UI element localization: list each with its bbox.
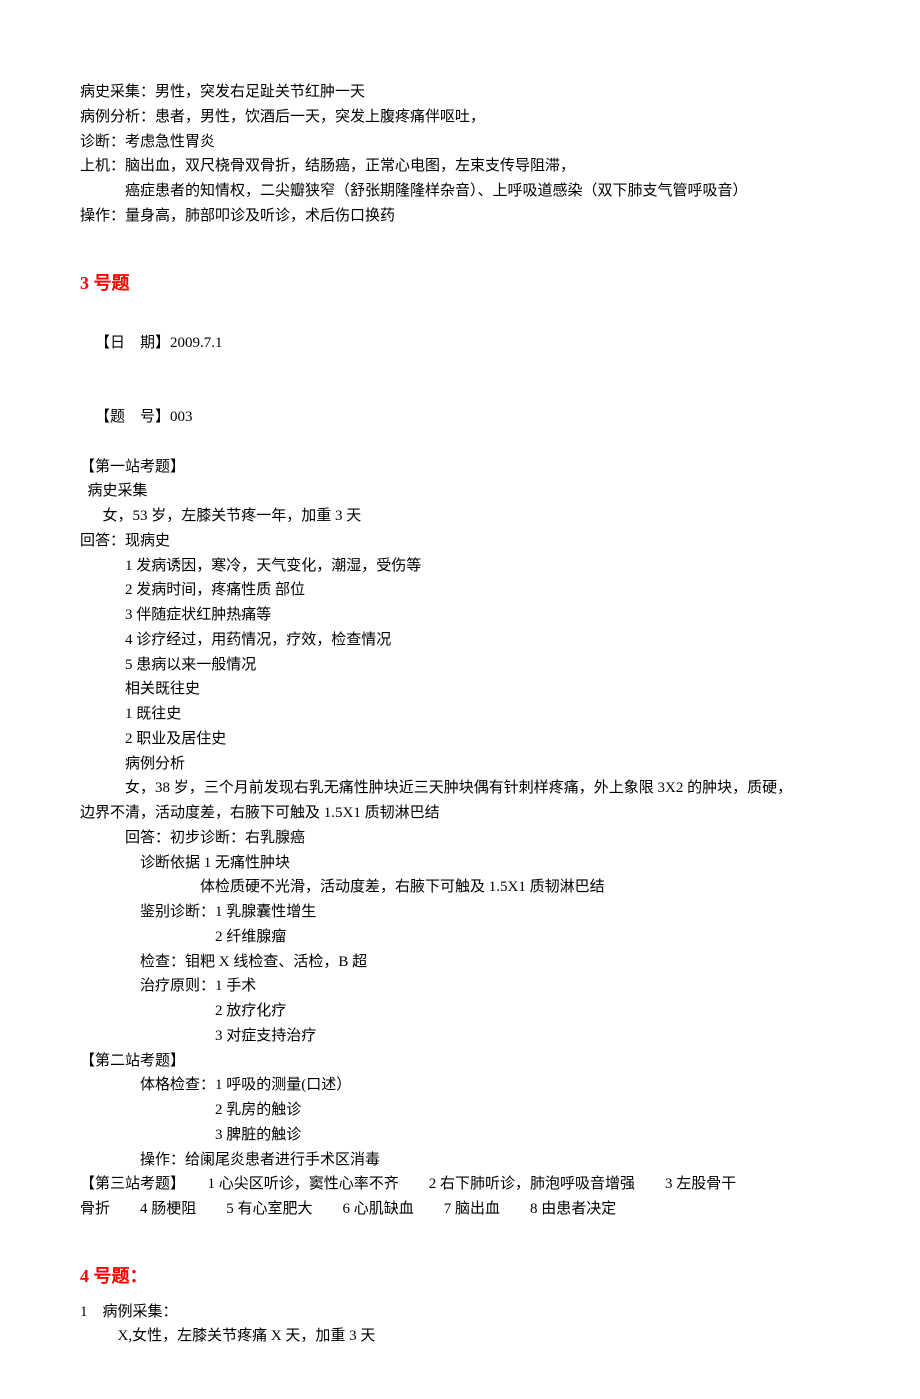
intro-line-4: 上机：脑出血，双尺桡骨双骨折，结肠癌，正常心电图，左束支传导阻滞， <box>80 154 840 179</box>
intro-line-2: 病例分析：患者，男性，饮酒后一天，突发上腹疼痛伴呕吐， <box>80 105 840 130</box>
q3-a4: 4 诊疗经过，用药情况，疗效，检查情况 <box>80 628 840 653</box>
q3-exam: 检查：钼粑 X 线检查、活检，B 超 <box>80 950 840 975</box>
q3-date: 【日 期】2009.7.1 <box>80 306 840 380</box>
q3-station3-line2: 骨折 4 肠梗阻 5 有心室肥大 6 心肌缺血 7 脑出血 8 由患者决定 <box>80 1197 840 1222</box>
q3-number-label: 【题 号】 <box>95 409 170 425</box>
q4-line-2: X,女性，左膝关节疼痛 X 天，加重 3 天 <box>80 1324 840 1349</box>
q3-number-value: 003 <box>170 409 193 425</box>
q3-case-b: 边界不清，活动度差，右腋下可触及 1.5X1 质韧淋巴结 <box>80 801 840 826</box>
q3-a2: 2 发病时间，疼痛性质 部位 <box>80 578 840 603</box>
q3-number: 【题 号】003 <box>80 380 840 454</box>
q3-history-case: 女，53 岁，左膝关节疼一年，加重 3 天 <box>80 504 840 529</box>
q3-pe-3: 3 脾脏的触诊 <box>80 1123 840 1148</box>
q3-a7: 2 职业及居住史 <box>80 727 840 752</box>
intro-line-5: 癌症患者的知情权，二尖瓣狭窄（舒张期隆隆样杂音）、上呼吸道感染（双下肺支气管呼吸… <box>80 179 840 204</box>
q3-a3: 3 伴随症状红肿热痛等 <box>80 603 840 628</box>
q3-tx-1: 治疗原则：1 手术 <box>80 974 840 999</box>
q3-tx-3: 3 对症支持治疗 <box>80 1024 840 1049</box>
q3-date-value: 2009.7.1 <box>170 335 223 351</box>
q3-tx-2: 2 放疗化疗 <box>80 999 840 1024</box>
q3-a6: 1 既往史 <box>80 702 840 727</box>
document-page: 病史采集：男性，突发右足趾关节红肿一天 病例分析：患者，男性，饮酒后一天，突发上… <box>0 0 920 1399</box>
q3-answer-label: 回答：现病史 <box>80 529 840 554</box>
q3-title: 3 号题 <box>80 269 840 299</box>
intro-line-6: 操作：量身高，肺部叩诊及听诊，术后伤口换药 <box>80 204 840 229</box>
intro-line-1: 病史采集：男性，突发右足趾关节红肿一天 <box>80 80 840 105</box>
intro-line-3: 诊断：考虑急性胃炎 <box>80 130 840 155</box>
q3-station3-line1: 【第三站考题】 1 心尖区听诊，窦性心率不齐 2 右下肺听诊，肺泡呼吸音增强 3… <box>80 1172 840 1197</box>
q3-ddx-2: 2 纤维腺瘤 <box>80 925 840 950</box>
q3-dx-basis-2: 体检质硬不光滑，活动度差，右腋下可触及 1.5X1 质韧淋巴结 <box>80 875 840 900</box>
q3-case-analysis-label: 病例分析 <box>80 752 840 777</box>
q3-station1-label: 【第一站考题】 <box>80 455 840 480</box>
q3-pe-2: 2 乳房的触诊 <box>80 1098 840 1123</box>
q3-station2-label: 【第二站考题】 <box>80 1049 840 1074</box>
q3-dx-basis-1: 诊断依据 1 无痛性肿块 <box>80 851 840 876</box>
q3-a5: 5 患病以来一般情况 <box>80 653 840 678</box>
q3-date-label: 【日 期】 <box>95 335 170 351</box>
q4-title: 4 号题： <box>80 1262 840 1292</box>
q3-history-label: 病史采集 <box>80 479 840 504</box>
q3-init-dx: 回答：初步诊断：右乳腺癌 <box>80 826 840 851</box>
q3-pe-1: 体格检查：1 呼吸的测量(口述） <box>80 1073 840 1098</box>
q3-operation: 操作：给阑尾炎患者进行手术区消毒 <box>80 1148 840 1173</box>
q4-line-1: 1 病例采集： <box>80 1300 840 1325</box>
q3-case-a: 女，38 岁，三个月前发现右乳无痛性肿块近三天肿块偶有针刺样疼痛，外上象限 3X… <box>80 776 840 801</box>
q3-ddx-1: 鉴别诊断：1 乳腺囊性增生 <box>80 900 840 925</box>
q3-past-label: 相关既往史 <box>80 677 840 702</box>
q3-a1: 1 发病诱因，寒冷，天气变化，潮湿，受伤等 <box>80 554 840 579</box>
